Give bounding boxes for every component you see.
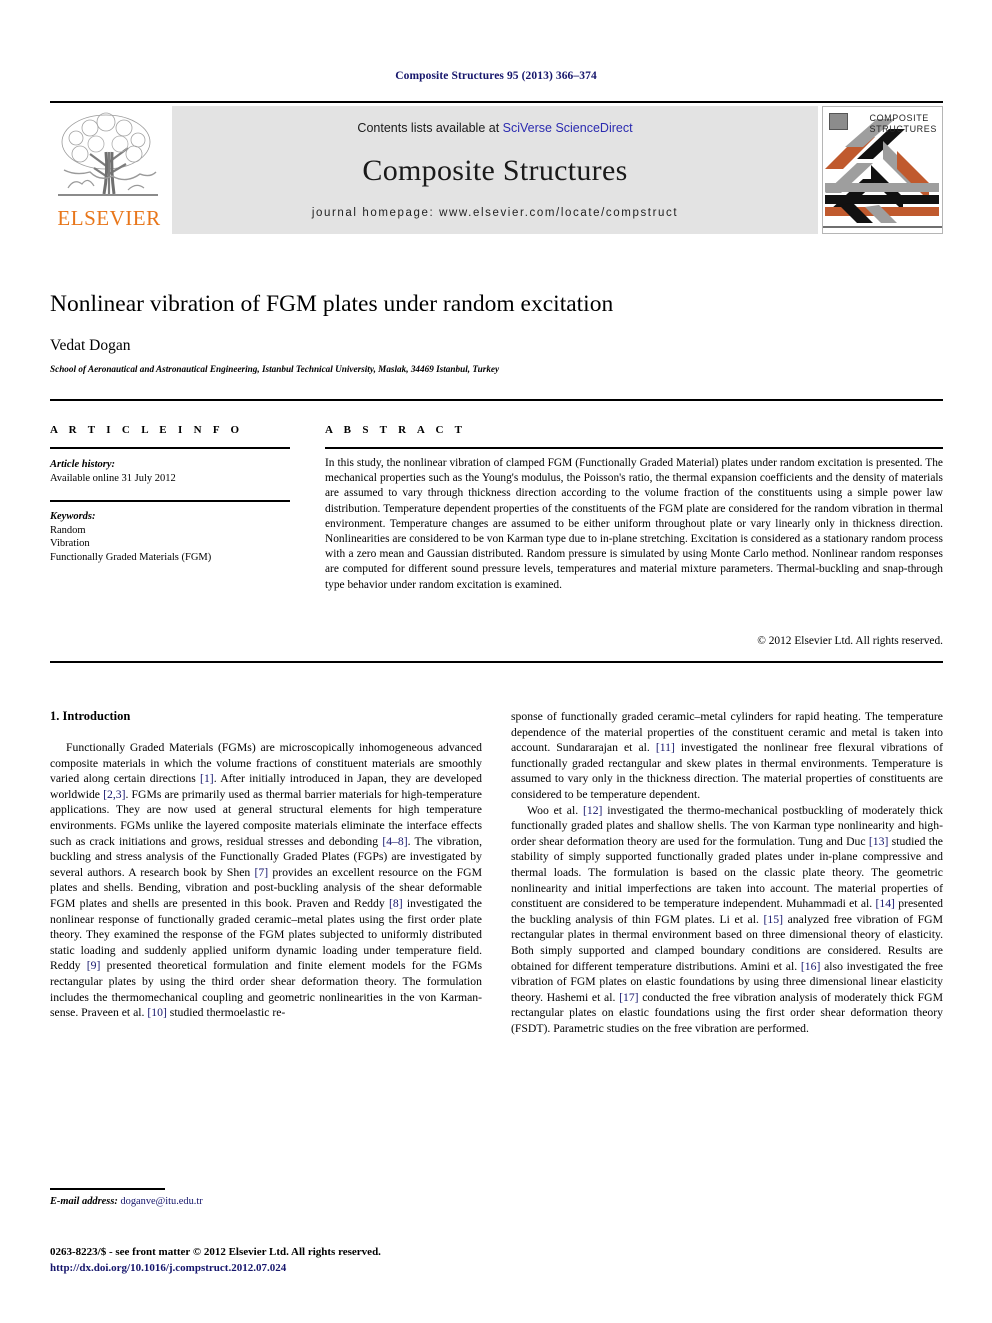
article-history-value: Available online 31 July 2012 <box>50 472 176 484</box>
abstract-rule <box>325 447 943 449</box>
section-heading-introduction: 1. Introduction <box>50 709 131 723</box>
citation-reference[interactable]: [1] <box>200 772 214 785</box>
body-column-left: Functionally Graded Materials (FGMs) are… <box>50 740 482 1021</box>
abstract-heading: A B S T R A C T <box>325 424 467 436</box>
journal-homepage-line[interactable]: journal homepage: www.elsevier.com/locat… <box>172 207 818 219</box>
cover-title-line1: COMPOSITE <box>869 113 929 123</box>
body-column-right: sponse of functionally graded ceramic–me… <box>511 709 943 1036</box>
cover-publisher-badge <box>829 113 848 130</box>
keyword-item: Vibration <box>50 538 90 549</box>
journal-banner: ELSEVIER Contents lists available at Sci… <box>50 106 943 234</box>
abstract-copyright: © 2012 Elsevier Ltd. All rights reserved… <box>757 635 943 647</box>
imprint-line: 0263-8223/$ - see front matter © 2012 El… <box>50 1246 381 1258</box>
doi-link[interactable]: http://dx.doi.org/10.1016/j.compstruct.2… <box>50 1260 381 1276</box>
body-paragraph: sponse of functionally graded ceramic–me… <box>511 710 943 801</box>
citation-reference[interactable]: [15] <box>764 913 783 926</box>
sciencedirect-link[interactable]: SciVerse ScienceDirect <box>503 121 633 135</box>
citation-reference[interactable]: [4–8] <box>382 835 407 848</box>
citation-reference[interactable]: [13] <box>869 835 888 848</box>
paper-page: Composite Structures 95 (2013) 366–374 E… <box>0 0 992 1323</box>
keyword-item: Functionally Graded Materials (FGM) <box>50 551 212 563</box>
masthead-rule <box>50 101 943 103</box>
footnote-rule <box>50 1188 165 1190</box>
abstract-top-rule <box>50 399 943 401</box>
contents-available-line: Contents lists available at SciVerse Sci… <box>172 121 818 135</box>
keywords-label: Keywords: <box>50 511 96 522</box>
page-title: Nonlinear vibration of FGM plates under … <box>50 291 614 317</box>
article-info-rule <box>50 447 290 449</box>
citation-reference[interactable]: [12] <box>583 804 602 817</box>
abstract-bottom-rule <box>50 661 943 663</box>
citation-reference[interactable]: [16] <box>801 960 820 973</box>
elsevier-logo: ELSEVIER <box>50 106 168 234</box>
citation-reference[interactable]: [14] <box>875 897 894 910</box>
citation-reference[interactable]: [9] <box>87 959 101 972</box>
author-name: Vedat Dogan <box>50 337 131 354</box>
email-link[interactable]: doganve@itu.edu.tr <box>120 1196 202 1207</box>
body-paragraph: Woo et al. [12] investigated the thermo-… <box>511 803 944 1035</box>
keywords-block: Keywords: Random Vibration Functionally … <box>50 510 290 564</box>
journal-cover-thumbnail: COMPOSITE STRUCTURES <box>822 106 943 234</box>
body-paragraph: Functionally Graded Materials (FGMs) are… <box>50 741 483 1020</box>
article-history-block: Article history: Available online 31 Jul… <box>50 458 290 485</box>
imprint-block: 0263-8223/$ - see front matter © 2012 El… <box>50 1244 381 1276</box>
footnote-email: E-mail address: doganve@itu.edu.tr <box>50 1196 203 1207</box>
article-info-heading: A R T I C L E I N F O <box>50 424 244 436</box>
email-label: E-mail address: <box>50 1196 118 1207</box>
elsevier-tree-icon <box>58 112 158 196</box>
citation-reference[interactable]: [11] <box>656 741 675 754</box>
keyword-item: Random <box>50 524 86 536</box>
elsevier-wordmark: ELSEVIER <box>57 206 161 230</box>
abstract-text: In this study, the nonlinear vibration o… <box>325 457 943 591</box>
keywords-rule <box>50 500 290 502</box>
citation-reference[interactable]: [17] <box>619 991 638 1004</box>
citation-reference[interactable]: [10] <box>147 1006 166 1019</box>
cover-title-line2: STRUCTURES <box>869 123 937 134</box>
journal-title: Composite Structures <box>362 154 628 187</box>
citation-reference[interactable]: [8] <box>389 897 403 910</box>
running-head: Composite Structures 95 (2013) 366–374 <box>395 70 597 82</box>
citation-reference[interactable]: [2,3] <box>103 788 125 801</box>
cover-title-text: COMPOSITE STRUCTURES <box>869 113 937 134</box>
citation-reference[interactable]: [7] <box>254 866 268 879</box>
author-affiliation: School of Aeronautical and Astronautical… <box>50 364 500 374</box>
contents-prefix: Contents lists available at <box>357 121 503 135</box>
article-history-label: Article history: <box>50 459 116 470</box>
